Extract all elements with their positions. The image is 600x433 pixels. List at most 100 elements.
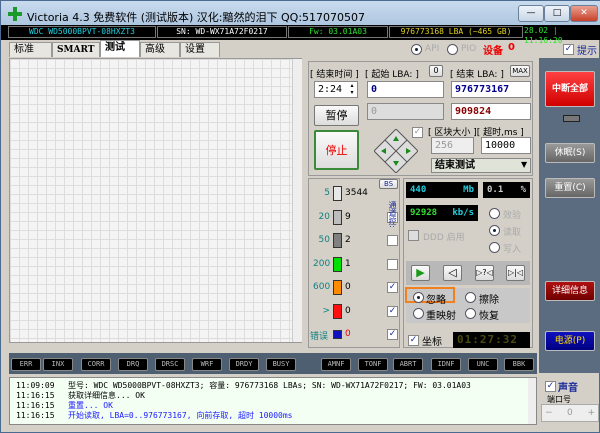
start-lba-input[interactable] xyxy=(367,81,444,98)
block-threshold-label: 5 xyxy=(324,188,330,198)
erase-label: 擦除 xyxy=(479,295,499,306)
port-stepper[interactable]: − 0 + xyxy=(541,404,599,422)
reset-button[interactable]: 重置(C) xyxy=(545,178,595,198)
log-time: 11:16:15 xyxy=(16,391,55,400)
percent-display: 0.1% xyxy=(483,182,530,198)
block-color-swatch xyxy=(333,186,342,201)
block-color-swatch xyxy=(333,280,342,295)
led-bbk: BBK xyxy=(504,358,534,371)
led-idnf: IDNF xyxy=(431,358,461,371)
restore-radio[interactable] xyxy=(465,308,476,319)
pio-radio[interactable] xyxy=(447,44,458,55)
log-time: 11:16:15 xyxy=(16,411,55,420)
time-spinner[interactable]: ▴ ▾ xyxy=(347,82,357,97)
block-checkbox[interactable]: ✓ xyxy=(387,282,398,293)
remap-label: 重映射 xyxy=(426,311,456,322)
mb-value: 440 xyxy=(410,185,427,195)
api-radio[interactable] xyxy=(411,44,422,55)
tab-standard[interactable]: 标准 xyxy=(9,42,52,57)
block-size-checkbox[interactable]: ✓ xyxy=(412,127,423,138)
block-color-swatch xyxy=(333,330,342,339)
block-color-swatch xyxy=(333,209,342,225)
block-threshold-label: 600 xyxy=(313,282,331,292)
end-action-select[interactable]: 结束测试 xyxy=(431,158,531,173)
drive-serial: SN: WD-WX71A72F0217 xyxy=(157,26,287,38)
block-checkbox[interactable]: ✓ xyxy=(387,305,398,317)
drive-firmware: Fw: 03.01A03 xyxy=(288,26,388,38)
block-count: 0 xyxy=(345,282,351,292)
erase-radio[interactable] xyxy=(465,292,476,303)
pause-button[interactable]: 暂停 xyxy=(314,105,359,126)
ignore-label: 忽略 xyxy=(426,295,446,306)
power-button[interactable]: 电源(P) xyxy=(545,331,595,351)
led-amnf: AMNF xyxy=(321,358,351,371)
tab-smart[interactable]: SMART xyxy=(52,42,100,57)
start-lba-zero-button[interactable]: 0 xyxy=(429,65,443,77)
remap-radio[interactable] xyxy=(413,308,424,319)
block-count: 1 xyxy=(345,258,351,269)
sleep-button[interactable]: 休眠(S) xyxy=(545,143,595,163)
bs-button[interactable]: BS xyxy=(379,179,398,189)
port-minus-button[interactable]: − xyxy=(545,405,553,421)
tab-test[interactable]: 测试 xyxy=(100,40,140,57)
sound-checkbox[interactable]: ✓ xyxy=(545,381,556,392)
play-backward-icon[interactable]: ◁ xyxy=(443,265,462,281)
block-threshold-label: 错误 xyxy=(310,332,329,342)
play-forward-icon[interactable]: ▶ xyxy=(411,265,430,281)
speed-unit: kb/s xyxy=(452,208,474,218)
verify-label: 效验 xyxy=(503,211,522,221)
timer-display: 01:27:32 xyxy=(453,332,530,348)
maximize-button[interactable]: □ xyxy=(544,5,570,22)
end-time-label: [ 结束时间 ] xyxy=(310,70,359,80)
chevron-down-icon[interactable]: ▼ xyxy=(521,160,527,169)
window-title: Victoria 4.3 免费软件 (测试版本) 汉化:黯然的泪下 QQ:517… xyxy=(27,11,366,24)
ignore-radio[interactable] xyxy=(413,292,424,303)
ddd-checkbox[interactable] xyxy=(408,230,419,241)
log-scrollbar[interactable] xyxy=(528,378,536,424)
block-threshold-label: 20 xyxy=(318,211,330,222)
grid-scrollbar[interactable] xyxy=(292,59,302,342)
led-drsc: DRSC xyxy=(155,358,185,371)
led-err: ERR xyxy=(11,358,41,371)
end-lba-label: [ 结束 LBA: ] xyxy=(450,70,504,80)
led-wrf: WRF xyxy=(192,358,222,371)
hint-checkbox[interactable]: ✓ xyxy=(563,44,574,55)
tab-advanced[interactable]: 高级 xyxy=(140,42,180,57)
read-radio[interactable] xyxy=(489,225,500,236)
port-value: 0 xyxy=(567,408,573,418)
led-inx: INX xyxy=(43,358,73,371)
block-threshold-label: 50 xyxy=(318,235,330,245)
seek-random-icon[interactable]: ▷?◁ xyxy=(475,265,494,281)
pio-label: PIO xyxy=(461,44,477,54)
verify-radio[interactable] xyxy=(489,208,500,219)
coords-checkbox[interactable]: ✓ xyxy=(408,335,419,346)
butterfly-icon[interactable]: ▷|◁ xyxy=(506,265,525,281)
speed-value: 92928 xyxy=(410,208,438,218)
block-checkbox[interactable]: ✓ xyxy=(387,329,398,340)
write-radio[interactable] xyxy=(489,242,500,253)
port-plus-button[interactable]: + xyxy=(587,405,595,421)
surface-scan-grid xyxy=(9,58,302,343)
timeout-select[interactable] xyxy=(481,137,531,154)
block-count: 3544 xyxy=(345,188,368,198)
api-label: API xyxy=(425,44,440,54)
minimize-button[interactable]: — xyxy=(518,5,544,22)
led-abrt: ABRT xyxy=(393,358,423,371)
log-time: 11:16:15 xyxy=(16,401,55,410)
current-end-lba-field xyxy=(451,103,531,120)
block-checkbox[interactable] xyxy=(387,258,398,270)
close-button[interactable]: ✕ xyxy=(570,5,598,22)
details-button[interactable]: 详细信息 xyxy=(545,281,595,301)
block-checkbox[interactable] xyxy=(387,235,398,246)
abort-all-button[interactable]: 中断全部 xyxy=(545,71,595,107)
led-busy: BUSY xyxy=(266,358,296,371)
speed-display: 92928 kb/s xyxy=(406,205,478,221)
led-drdy: DRDY xyxy=(229,358,259,371)
log-panel: 11:09:09 型号: WDC WD5000BPVT-08HXZT3; 容量: … xyxy=(9,377,537,425)
stop-button[interactable]: 停止 xyxy=(314,130,359,170)
end-lba-input[interactable] xyxy=(451,81,531,98)
block-size-select[interactable] xyxy=(431,137,474,154)
mb-display: 440 Mb xyxy=(406,182,478,198)
tab-settings[interactable]: 设置 xyxy=(180,42,220,57)
max-lba-button[interactable]: MAX xyxy=(510,65,530,77)
